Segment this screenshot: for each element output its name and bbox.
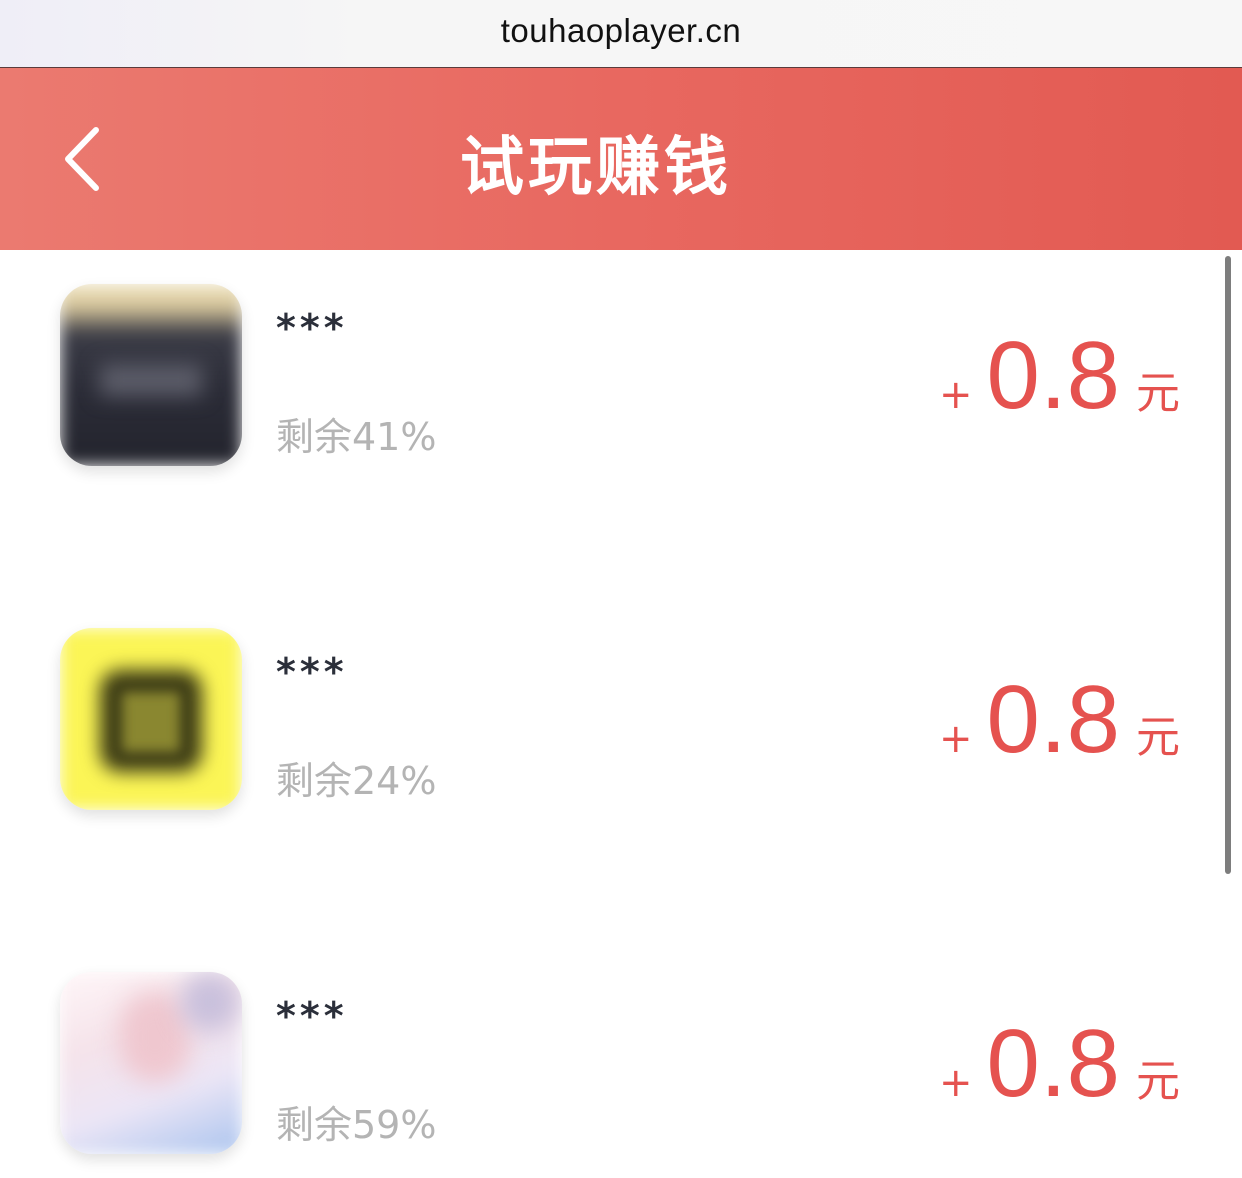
task-reward: + 0.8 元	[939, 672, 1180, 768]
task-name: ***	[276, 994, 348, 1038]
task-reward: + 0.8 元	[939, 1016, 1180, 1112]
task-list: *** 剩余41% + 0.8 元 *** 剩余24% + 0.8 元 *** …	[0, 250, 1242, 1178]
reward-unit: 元	[1136, 712, 1180, 763]
task-item[interactable]: *** 剩余59% + 0.8 元	[0, 938, 1220, 1154]
task-item[interactable]: *** 剩余24% + 0.8 元	[0, 594, 1220, 810]
task-remaining: 剩余41%	[276, 415, 437, 459]
task-name: ***	[276, 306, 348, 350]
url-text[interactable]: touhaoplayer.cn	[0, 12, 1242, 50]
app-icon	[60, 972, 242, 1154]
page-header: 试玩赚钱	[0, 68, 1242, 250]
reward-plus: +	[939, 1060, 973, 1106]
app-icon	[60, 628, 242, 810]
reward-amount: 0.8	[986, 322, 1120, 429]
page-title: 试玩赚钱	[460, 131, 732, 205]
task-remaining: 剩余59%	[276, 1103, 437, 1147]
reward-unit: 元	[1136, 1056, 1180, 1107]
reward-plus: +	[939, 716, 973, 762]
task-name: ***	[276, 650, 348, 694]
task-item[interactable]: *** 剩余41% + 0.8 元	[0, 250, 1220, 466]
reward-amount: 0.8	[986, 1010, 1120, 1117]
scrollbar[interactable]	[1225, 256, 1231, 874]
reward-unit: 元	[1136, 368, 1180, 419]
task-remaining: 剩余24%	[276, 759, 437, 803]
reward-plus: +	[939, 372, 973, 418]
reward-amount: 0.8	[986, 666, 1120, 773]
browser-url-bar[interactable]: touhaoplayer.cn	[0, 0, 1242, 68]
app-icon	[60, 284, 242, 466]
task-reward: + 0.8 元	[939, 328, 1180, 424]
page: touhaoplayer.cn 试玩赚钱 *** 剩余41% + 0.8 元 *…	[0, 0, 1242, 1178]
